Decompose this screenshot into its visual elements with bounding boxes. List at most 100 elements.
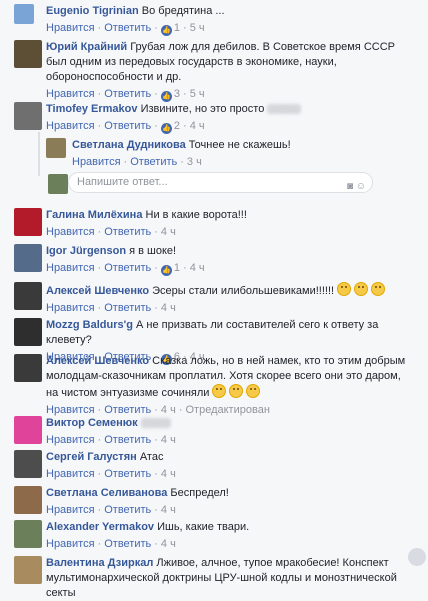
comment-text: Эсеры стали илибольшевиками!!!!!! xyxy=(152,285,335,297)
comment-author[interactable]: Виктор Семенюк xyxy=(46,417,138,429)
reply-input[interactable]: Напишите ответ... ◙ ☺ xyxy=(68,172,373,193)
timestamp[interactable]: 3 ч xyxy=(187,156,202,168)
timestamp[interactable]: 5 ч xyxy=(190,22,205,34)
timestamp[interactable]: 4 ч xyxy=(190,120,205,132)
reply-input-placeholder: Напишите ответ... xyxy=(77,176,168,188)
comment: Сергей Галустян Атас Нравится · Ответить · 4… xyxy=(0,450,420,481)
comment-text: Беспредел! xyxy=(170,487,229,499)
smile-emoji-icon xyxy=(371,282,386,296)
blurred-text xyxy=(140,418,171,429)
avatar[interactable] xyxy=(14,520,42,548)
reply-link[interactable]: Ответить xyxy=(104,22,151,34)
like-link[interactable]: Нравится xyxy=(46,468,95,480)
comment: Alexander Yermakov Ишь, какие твари. Нра… xyxy=(0,520,420,551)
comment: Алексей Шевченко Эсеры стали илибольшеви… xyxy=(0,282,420,315)
avatar[interactable] xyxy=(14,450,42,478)
scroll-indicator-icon[interactable] xyxy=(408,548,426,566)
like-thumb-icon: 👍 xyxy=(160,91,172,102)
avatar[interactable] xyxy=(14,486,42,514)
smile-emoji-icon xyxy=(212,384,227,398)
avatar[interactable] xyxy=(14,416,42,444)
comment-text: Ни в какие ворота!!! xyxy=(145,209,247,221)
timestamp[interactable]: 4 ч xyxy=(161,504,176,516)
timestamp[interactable]: 4 ч xyxy=(161,538,176,550)
comment-text: Точнее не скажешь! xyxy=(188,139,291,151)
comment: Светлана Селиванова Беспредел! Нравится ·… xyxy=(0,486,420,517)
reply-link[interactable]: Ответить xyxy=(104,468,151,480)
like-link[interactable]: Нравится xyxy=(46,504,95,516)
avatar[interactable] xyxy=(14,40,42,68)
like-link[interactable]: Нравится xyxy=(46,434,95,446)
reply-link[interactable]: Ответить xyxy=(104,262,151,274)
comment-author[interactable]: Mozzg Baldurs'g xyxy=(46,319,133,331)
comment-author[interactable]: Eugenio Tigrinian xyxy=(46,5,139,17)
comment-text: я в шоке! xyxy=(129,245,177,257)
comment-text: Извините, но это просто xyxy=(140,103,265,115)
avatar[interactable] xyxy=(14,282,42,310)
like-link[interactable]: Нравится xyxy=(46,404,95,416)
like-link[interactable]: Нравится xyxy=(46,120,95,132)
timestamp[interactable]: 4 ч xyxy=(161,404,176,416)
timestamp[interactable]: 4 ч xyxy=(161,468,176,480)
comment-author[interactable]: Igor Jürgenson xyxy=(46,245,126,257)
reply-link[interactable]: Ответить xyxy=(104,302,151,314)
like-link[interactable]: Нравится xyxy=(46,226,95,238)
comment: Алексей Шевченко Сказка ложь, но в ней н… xyxy=(0,354,420,417)
comment-author[interactable]: Алексей Шевченко xyxy=(46,285,149,297)
avatar[interactable] xyxy=(46,138,66,158)
sticker-icon[interactable]: ☺ xyxy=(356,181,366,192)
camera-icon[interactable]: ◙ xyxy=(347,181,353,192)
comment: Igor Jürgenson я в шоке! Нравится · Ответи… xyxy=(0,244,420,276)
timestamp[interactable]: 4 ч xyxy=(161,434,176,446)
smile-emoji-icon xyxy=(246,384,261,398)
like-link[interactable]: Нравится xyxy=(72,156,121,168)
comment: Юрий Крайний Грубая лож для дебилов. В С… xyxy=(0,40,420,102)
comment-author[interactable]: Сергей Галустян xyxy=(46,451,137,463)
comment-author[interactable]: Timofey Ermakov xyxy=(46,103,138,115)
comment: Галина Милёхина Ни в какие ворота!!! Нра… xyxy=(0,208,420,239)
reply-comment: Светлана Дудникова Точнее не скажешь! Нр… xyxy=(0,138,420,169)
comment: Eugenio Tigrinian Во бредятина ... Нрави… xyxy=(0,4,420,36)
comment-author[interactable]: Alexander Yermakov xyxy=(46,521,154,533)
comment-author[interactable]: Юрий Крайний xyxy=(46,41,127,53)
like-link[interactable]: Нравится xyxy=(46,88,95,100)
like-link[interactable]: Нравится xyxy=(46,538,95,550)
avatar[interactable] xyxy=(14,556,42,584)
like-link[interactable]: Нравится xyxy=(46,262,95,274)
avatar[interactable] xyxy=(14,208,42,236)
like-thumb-icon: 👍 xyxy=(160,25,172,36)
comment: Валентина Дзиркал Лживое, алчное, тупое … xyxy=(0,556,420,601)
comment-author[interactable]: Валентина Дзиркал xyxy=(46,557,153,569)
comment-text: Атас xyxy=(139,451,164,463)
smile-emoji-icon xyxy=(229,384,244,398)
reply-link[interactable]: Ответить xyxy=(104,120,151,132)
like-link[interactable]: Нравится xyxy=(46,302,95,314)
avatar[interactable] xyxy=(14,102,42,130)
timestamp[interactable]: 4 ч xyxy=(161,226,176,238)
reply-link[interactable]: Ответить xyxy=(104,88,151,100)
reply-link[interactable]: Ответить xyxy=(104,434,151,446)
reply-link[interactable]: Ответить xyxy=(104,538,151,550)
blurred-text xyxy=(267,104,302,115)
timestamp[interactable]: 4 ч xyxy=(161,302,176,314)
reply-link[interactable]: Ответить xyxy=(130,156,177,168)
avatar[interactable] xyxy=(14,4,34,24)
comment-text: Во бредятина ... xyxy=(141,5,225,17)
reply-link[interactable]: Ответить xyxy=(104,404,151,416)
reply-link[interactable]: Ответить xyxy=(104,504,151,516)
edited-label[interactable]: Отредактирован xyxy=(186,404,270,416)
avatar[interactable] xyxy=(14,354,42,382)
like-thumb-icon: 👍 xyxy=(160,265,172,276)
comment: Виктор Семенюк Нравится · Ответить · 4 ч xyxy=(0,416,420,447)
timestamp[interactable]: 5 ч xyxy=(190,88,205,100)
comment-author[interactable]: Алексей Шевченко xyxy=(46,355,149,367)
timestamp[interactable]: 4 ч xyxy=(190,262,205,274)
comment-author[interactable]: Светлана Дудникова xyxy=(72,139,186,151)
like-link[interactable]: Нравится xyxy=(46,22,95,34)
smile-emoji-icon xyxy=(337,282,352,296)
comment-author[interactable]: Светлана Селиванова xyxy=(46,487,167,499)
reply-link[interactable]: Ответить xyxy=(104,226,151,238)
comment-author[interactable]: Галина Милёхина xyxy=(46,209,142,221)
avatar[interactable] xyxy=(14,244,42,272)
avatar[interactable] xyxy=(14,318,42,346)
